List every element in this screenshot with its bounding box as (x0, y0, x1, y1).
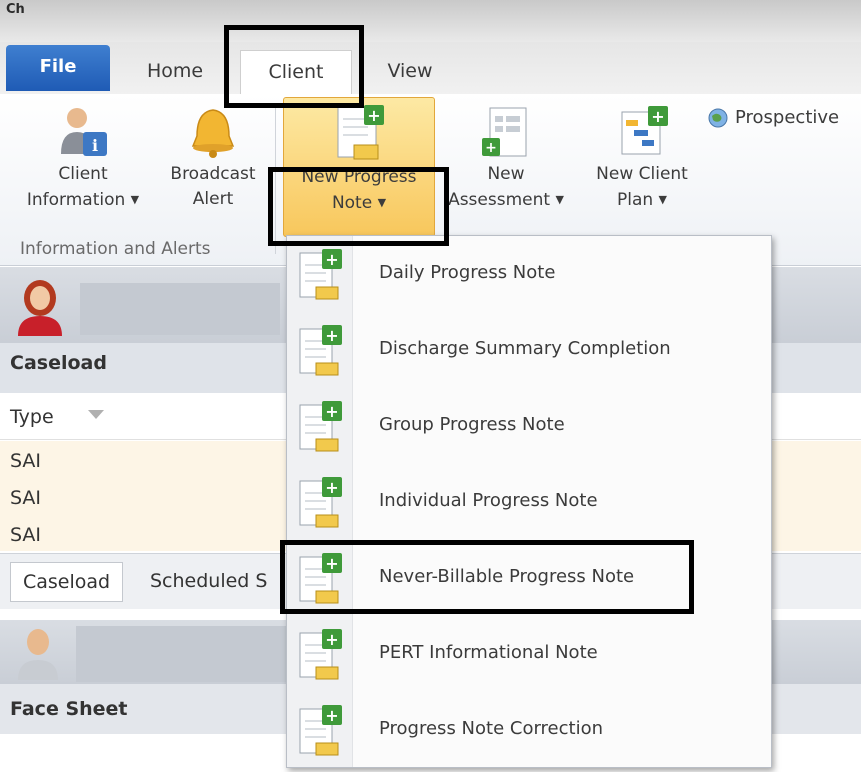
svg-text:+: + (485, 140, 497, 156)
new-progress-note-menu: + Daily Progress Note + Discharge Summary C… (286, 235, 772, 768)
title-bar: Ch (0, 0, 861, 42)
bell-icon (191, 109, 235, 158)
table-row[interactable]: SAI (10, 524, 41, 546)
new-client-plan-label-2: Plan (616, 190, 654, 210)
progress-note-icon: + (299, 401, 342, 452)
broadcast-alert-label-1: Broadcast (170, 164, 256, 184)
menu-item-daily-progress-note[interactable]: + Daily Progress Note (287, 237, 771, 313)
menu-item-discharge-summary-completion[interactable]: + Discharge Summary Completion (287, 313, 771, 389)
broadcast-alert-button[interactable]: Broadcast Alert (158, 94, 268, 234)
client-information-icon: i (61, 108, 107, 156)
menu-item-individual-progress-note[interactable]: + Individual Progress Note (287, 465, 771, 541)
tab-view[interactable]: View (370, 52, 450, 92)
menu-item-group-progress-note[interactable]: + Group Progress Note (287, 389, 771, 465)
menu-item-label: Discharge Summary Completion (379, 338, 671, 359)
menu-item-label: PERT Informational Note (379, 642, 598, 663)
menu-item-label: Progress Note Correction (379, 718, 603, 739)
svg-text:+: + (325, 402, 338, 421)
broadcast-alert-label-2: Alert (192, 189, 234, 209)
face-sheet-title: Face Sheet (10, 698, 128, 720)
annotation-box-never-billable (280, 540, 694, 614)
client-information-label-1: Client (58, 164, 108, 184)
new-assessment-label-2: Assessment (448, 190, 551, 210)
new-assessment-label-1: New (487, 164, 525, 184)
svg-text:+: + (325, 326, 338, 345)
user-icon (18, 629, 58, 680)
progress-note-icon: + (337, 105, 384, 160)
annotation-box-client-tab (224, 25, 364, 108)
svg-text:+: + (325, 706, 338, 725)
sort-arrow-icon[interactable] (88, 410, 104, 419)
progress-note-icon: + (299, 705, 342, 756)
svg-text:i: i (92, 136, 98, 155)
tab-file[interactable]: File (6, 45, 110, 91)
annotation-box-new-progress-note (268, 167, 449, 246)
svg-text:+: + (325, 478, 338, 497)
app-icon: Ch (6, 2, 25, 17)
tab-home[interactable]: Home (130, 52, 220, 92)
ribbon-group-label: Information and Alerts (20, 239, 211, 259)
new-client-plan-label-1: New Client (596, 164, 688, 184)
user-icon (18, 280, 62, 336)
menu-item-progress-note-correction[interactable]: + Progress Note Correction (287, 693, 771, 769)
new-assessment-button[interactable]: + New Assessment ▼ (436, 94, 576, 234)
assessment-icon: + (482, 107, 527, 157)
dropdown-arrow-icon: ▼ (658, 193, 668, 206)
progress-note-icon: + (299, 249, 342, 300)
tab-caseload[interactable]: Caseload (10, 562, 124, 602)
tab-scheduled[interactable]: Scheduled S (138, 562, 279, 602)
face-sheet-title-bar (76, 626, 286, 682)
globe-icon (708, 108, 728, 128)
svg-text:+: + (651, 107, 664, 126)
caseload-title-bar (80, 283, 280, 335)
svg-text:+: + (367, 106, 380, 125)
menu-item-label: Daily Progress Note (379, 262, 556, 283)
client-information-button[interactable]: i Client Information ▼ (8, 94, 158, 234)
table-row[interactable]: SAI (10, 450, 41, 472)
column-header-type[interactable]: Type (10, 406, 54, 428)
client-information-label-2: Information (26, 190, 126, 210)
progress-note-icon: + (299, 325, 342, 376)
svg-text:+: + (325, 630, 338, 649)
menu-item-pert-informational-note[interactable]: + PERT Informational Note (287, 617, 771, 693)
prospective-label: Prospective (735, 107, 840, 128)
dropdown-arrow-icon: ▼ (130, 193, 140, 206)
caseload-title: Caseload (10, 352, 107, 374)
menu-item-label: Group Progress Note (379, 414, 565, 435)
new-client-plan-button[interactable]: + New Client Plan ▼ (577, 94, 707, 234)
progress-note-icon: + (299, 629, 342, 680)
client-plan-icon: + (621, 106, 668, 155)
svg-text:+: + (325, 250, 338, 269)
menu-item-label: Individual Progress Note (379, 490, 598, 511)
table-row[interactable]: SAI (10, 487, 41, 509)
dropdown-arrow-icon: ▼ (555, 193, 564, 206)
prospective-button[interactable]: Prospective (706, 106, 839, 130)
progress-note-icon: + (299, 477, 342, 528)
